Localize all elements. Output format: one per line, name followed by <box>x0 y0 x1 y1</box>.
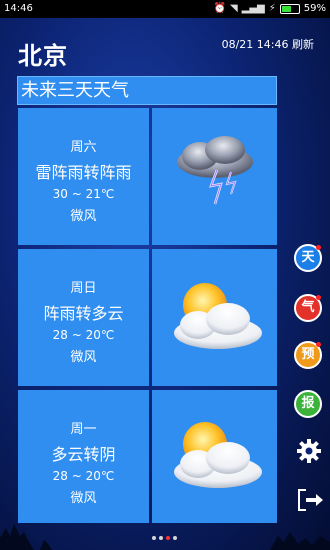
weather-icon-cell-1 <box>152 108 277 245</box>
tree-silhouette <box>0 524 330 550</box>
day-condition: 多云转阴 <box>51 445 116 464</box>
settings-button[interactable] <box>296 438 322 464</box>
day-condition: 阵雨转多云 <box>43 304 124 323</box>
alarm-icon: ⏰ <box>213 3 226 14</box>
gear-icon <box>297 439 321 463</box>
status-bar: 14:46 ⏰ ◥ ▂▄▆ ⚡ 59% <box>0 0 330 18</box>
day-name: 周六 <box>70 140 97 155</box>
sun-cloud-icon <box>173 421 262 488</box>
day-name: 周一 <box>70 422 97 437</box>
day-card-3[interactable]: 周一 多云转阴 28 ~ 20℃ 微风 <box>18 390 149 523</box>
wifi-icon: ◥ <box>229 3 238 14</box>
notification-dot <box>316 342 321 347</box>
city-name[interactable]: 北京 <box>18 36 68 71</box>
refresh-info[interactable]: 08/21 14:46 刷新 <box>222 36 314 52</box>
sun-cloud-icon <box>173 282 262 349</box>
side-button-tian[interactable]: 天 <box>294 244 322 272</box>
weather-icon-cell-2 <box>152 249 277 386</box>
side-button-qi[interactable]: 气 <box>294 294 322 322</box>
notification-dot <box>316 245 321 250</box>
side-button-label: 天 <box>301 250 315 265</box>
day-wind: 微风 <box>70 350 97 365</box>
side-button-yu[interactable]: 预 <box>294 341 322 369</box>
status-icons: ⏰ ◥ ▂▄▆ ⚡ 59% <box>213 0 326 18</box>
side-button-label: 气 <box>301 300 315 315</box>
charging-icon: ⚡ <box>268 3 276 14</box>
weather-icon-cell-3 <box>152 390 277 523</box>
day-temp: 30 ~ 21℃ <box>52 187 115 201</box>
day-temp: 28 ~ 20℃ <box>52 328 115 342</box>
side-button-label: 报 <box>301 396 315 411</box>
day-card-1[interactable]: 周六 雷阵雨转阵雨 30 ~ 21℃ 微风 <box>18 108 149 245</box>
side-button-bao[interactable]: 报 <box>294 390 322 418</box>
notification-dot <box>316 295 321 300</box>
signal-icon: ▂▄▆ <box>241 3 265 14</box>
thunderstorm-icon <box>176 135 253 204</box>
battery-percent: 59% <box>303 3 326 14</box>
section-title: 未来三天天气 <box>17 76 277 105</box>
battery-icon <box>279 4 300 14</box>
day-name: 周日 <box>70 281 97 296</box>
status-time: 14:46 <box>4 3 33 14</box>
day-temp: 28 ~ 20℃ <box>52 469 115 483</box>
day-wind: 微风 <box>70 491 97 506</box>
day-card-2[interactable]: 周日 阵雨转多云 28 ~ 20℃ 微风 <box>18 249 149 386</box>
day-wind: 微风 <box>70 209 97 224</box>
battery-fill <box>281 6 292 12</box>
day-condition: 雷阵雨转阵雨 <box>35 163 132 182</box>
side-button-label: 预 <box>301 347 315 362</box>
